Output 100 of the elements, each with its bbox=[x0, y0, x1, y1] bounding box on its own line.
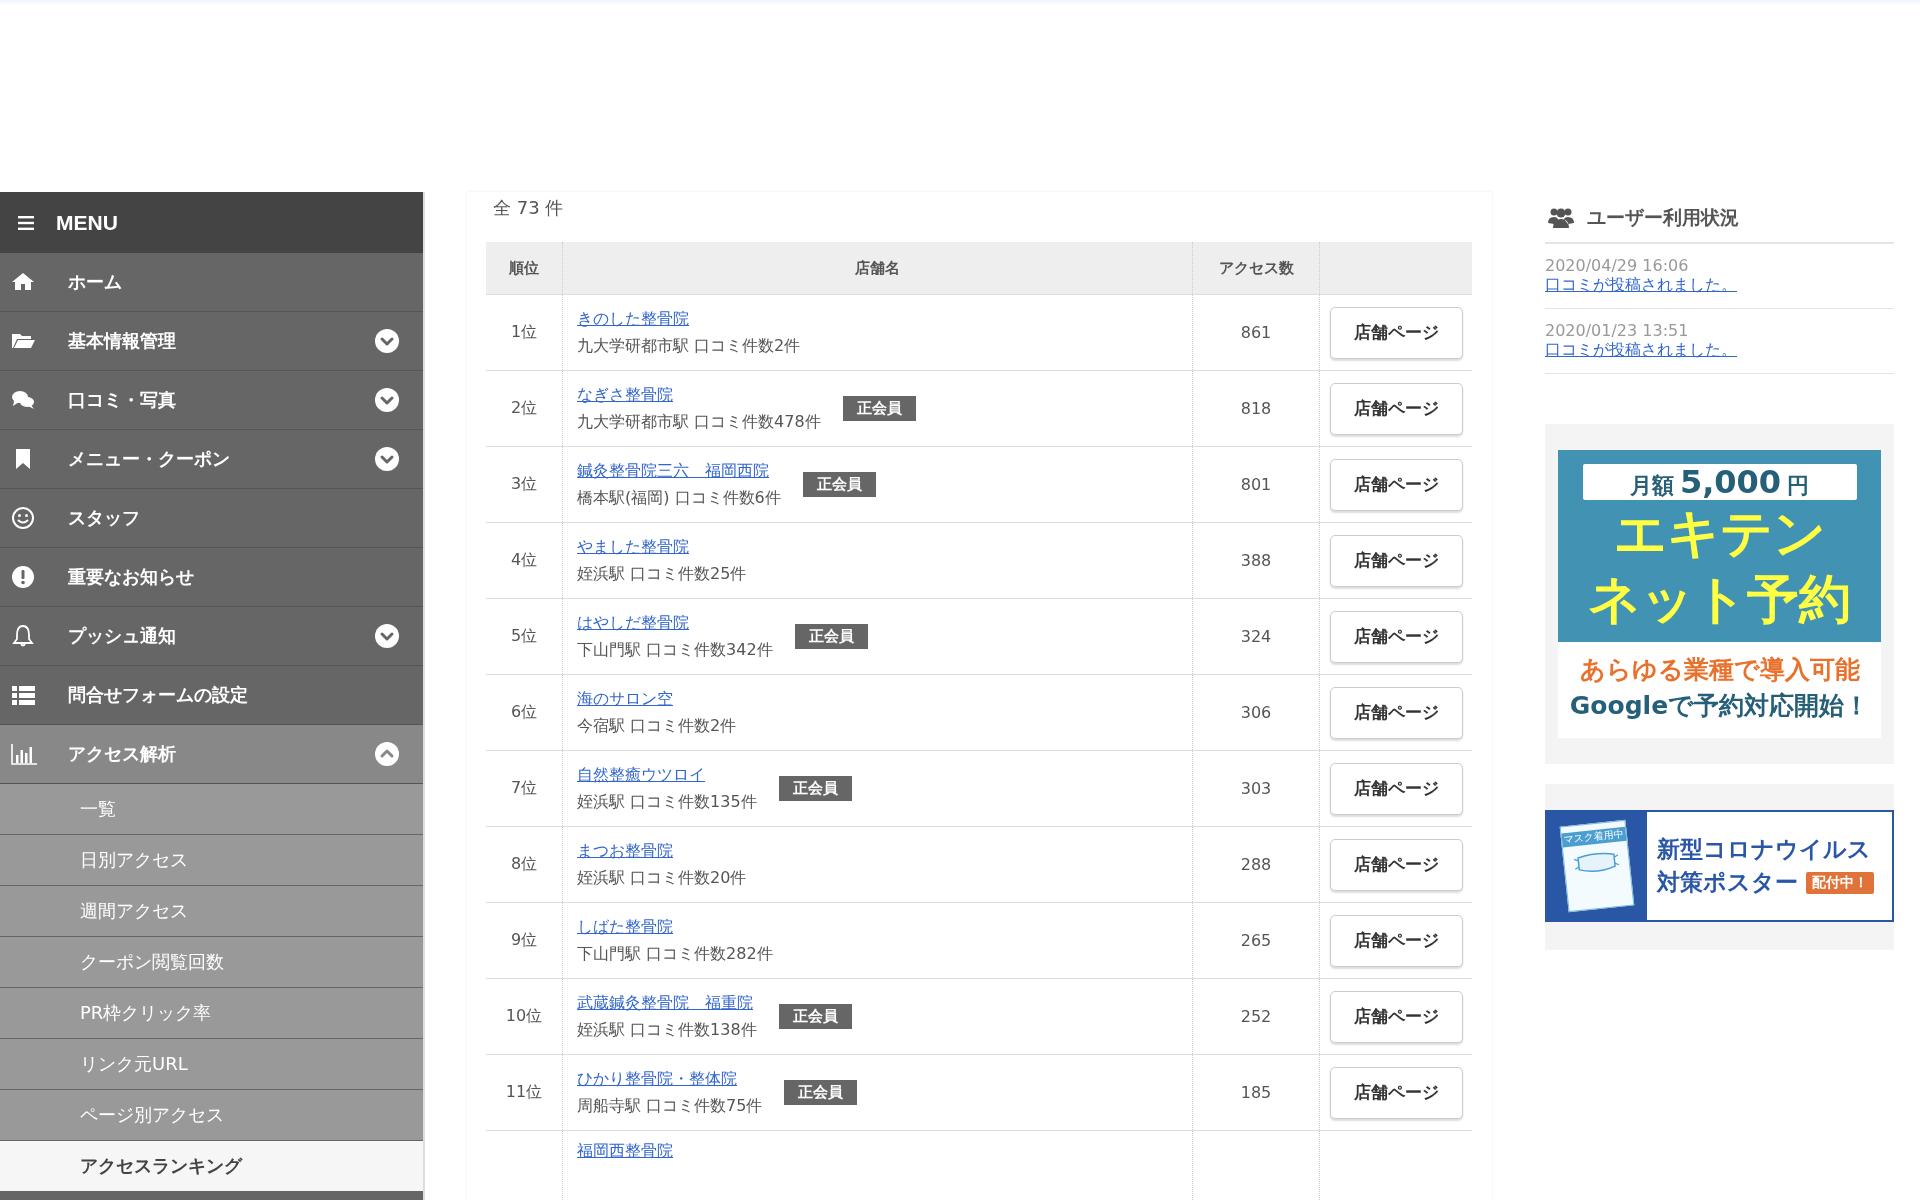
shop-link[interactable]: やました整骨院 bbox=[577, 536, 747, 558]
sidebar-item[interactable]: プッシュ通知 bbox=[0, 607, 423, 666]
smiley-icon bbox=[11, 506, 37, 530]
table-cell: 4位 bbox=[486, 522, 563, 599]
shop-details: 九大学研都市駅 口コミ件数2件 bbox=[577, 335, 801, 357]
table-cell: 324 bbox=[1192, 598, 1320, 675]
sidebar-item[interactable]: スタッフ bbox=[0, 489, 423, 548]
table-cell: 252 bbox=[1192, 978, 1320, 1055]
sidebar-item[interactable]: アクセス解析 bbox=[0, 725, 423, 784]
column-header: 店舗名 bbox=[562, 242, 1193, 295]
shop-link[interactable]: 鍼灸整骨院三六 福岡西院 bbox=[577, 460, 781, 482]
table-cell: 861 bbox=[1192, 294, 1320, 371]
shop-page-button[interactable]: 店舗ページ bbox=[1329, 838, 1463, 891]
menu-icon bbox=[18, 215, 34, 230]
chat-bubbles-icon bbox=[11, 388, 37, 412]
shop-page-button[interactable]: 店舗ページ bbox=[1329, 762, 1463, 815]
banner-headline: ネット予約 bbox=[1588, 568, 1851, 631]
section-title: ユーザー利用状況 bbox=[1587, 205, 1739, 230]
table-cell: 303 bbox=[1192, 750, 1320, 827]
shop-page-button[interactable]: 店舗ページ bbox=[1329, 990, 1463, 1043]
table-cell: 1位 bbox=[486, 294, 563, 371]
shop-page-button[interactable]: 店舗ページ bbox=[1329, 686, 1463, 739]
tag-label: 配付中！ bbox=[1806, 871, 1874, 894]
poster-banner[interactable]: マスク着用中 新型コロナウイルス 対策ポスター 配付中！ bbox=[1545, 810, 1894, 922]
users-icon bbox=[1547, 206, 1575, 230]
price-value: 5,000 bbox=[1679, 464, 1782, 500]
sidebar-item[interactable]: ホーム bbox=[0, 253, 423, 312]
table-cell: 7位 bbox=[486, 750, 563, 827]
shop-page-button[interactable]: 店舗ページ bbox=[1329, 306, 1463, 359]
table-cell: 11位 bbox=[486, 1054, 563, 1131]
table-cell: 5位 bbox=[486, 598, 563, 675]
banner-text: Googleで予約対応開始！ bbox=[1568, 690, 1871, 722]
shop-details: 周船寺駅 口コミ件数75件 bbox=[577, 1095, 763, 1117]
shop-link[interactable]: ひかり整骨院・整体院 bbox=[577, 1068, 763, 1090]
list-icon bbox=[11, 683, 37, 707]
table-cell: 9位 bbox=[486, 902, 563, 979]
price-label: 月額 bbox=[1629, 472, 1674, 500]
table-cell: 8位 bbox=[486, 826, 563, 903]
shop-link[interactable]: きのした整骨院 bbox=[577, 308, 801, 330]
sidebar-item[interactable]: 重要なお知らせ bbox=[0, 548, 423, 607]
member-badge: 正会員 bbox=[794, 624, 868, 649]
banner-headline: エキテン bbox=[1613, 502, 1826, 565]
shop-details: 今宿駅 口コミ件数2件 bbox=[577, 715, 737, 737]
member-badge: 正会員 bbox=[842, 396, 916, 421]
exclamation-icon bbox=[11, 565, 37, 589]
bell-icon bbox=[11, 624, 37, 648]
shop-link[interactable]: 福岡西整骨院 bbox=[577, 1141, 673, 1162]
table-cell: 2位 bbox=[486, 370, 563, 447]
member-badge: 正会員 bbox=[778, 1004, 852, 1029]
banner-text: 対策ポスター bbox=[1657, 868, 1798, 897]
shop-details: 姪浜駅 口コミ件数25件 bbox=[577, 563, 747, 585]
table-cell: 306 bbox=[1192, 674, 1320, 751]
shop-page-button[interactable]: 店舗ページ bbox=[1329, 534, 1463, 587]
table-cell: 185 bbox=[1192, 1054, 1320, 1131]
table-cell: 10位 bbox=[486, 978, 563, 1055]
price-unit: 円 bbox=[1787, 472, 1810, 500]
timestamp: 2020/04/29 16:06 bbox=[1545, 256, 1690, 275]
shop-link[interactable]: なぎさ整骨院 bbox=[577, 384, 821, 406]
column-header: アクセス数 bbox=[1192, 242, 1320, 295]
table-cell: 6位 bbox=[486, 674, 563, 751]
table-cell: 265 bbox=[1192, 902, 1320, 979]
sidebar-item[interactable]: 基本情報管理 bbox=[0, 312, 423, 371]
shop-link[interactable]: はやしだ整骨院 bbox=[577, 612, 773, 634]
result-count: 全 73 件 bbox=[492, 196, 565, 220]
table-cell: 818 bbox=[1192, 370, 1320, 447]
table-cell: 3位 bbox=[486, 446, 563, 523]
shop-page-button[interactable]: 店舗ページ bbox=[1329, 610, 1463, 663]
activity-link[interactable]: 口コミが投稿されました。 bbox=[1545, 340, 1737, 359]
member-badge: 正会員 bbox=[784, 1080, 858, 1105]
shop-details: 橋本駅(福岡) 口コミ件数6件 bbox=[577, 487, 781, 509]
shop-details: 下山門駅 口コミ件数282件 bbox=[577, 943, 773, 965]
shop-details: 姪浜駅 口コミ件数20件 bbox=[577, 867, 747, 889]
shop-details: 姪浜駅 口コミ件数138件 bbox=[577, 1019, 757, 1041]
column-header: 順位 bbox=[486, 242, 563, 295]
shop-page-button[interactable]: 店舗ページ bbox=[1329, 382, 1463, 435]
submenu-item[interactable]: アクセスランキング bbox=[0, 1141, 423, 1192]
shop-link[interactable]: 海のサロン空 bbox=[577, 688, 737, 710]
reservation-banner[interactable]: 月額 5,000 円 エキテン ネット予約 あらゆる業種で導入可能 Googleで予約対応開始！ bbox=[1558, 450, 1881, 738]
member-badge: 正会員 bbox=[802, 472, 876, 497]
menu-header[interactable]: MENU bbox=[0, 192, 423, 253]
shop-page-button[interactable]: 店舗ページ bbox=[1329, 914, 1463, 967]
sidebar-item[interactable]: 口コミ・写真 bbox=[0, 371, 423, 430]
timestamp: 2020/01/23 13:51 bbox=[1545, 321, 1690, 340]
shop-link[interactable]: しばた整骨院 bbox=[577, 916, 773, 938]
table-cell: 388 bbox=[1192, 522, 1320, 599]
shop-page-button[interactable]: 店舗ページ bbox=[1329, 1066, 1463, 1119]
shop-details: 姪浜駅 口コミ件数135件 bbox=[577, 791, 757, 813]
shop-page-button[interactable]: 店舗ページ bbox=[1329, 458, 1463, 511]
banner-text: 新型コロナウイルス bbox=[1657, 835, 1872, 864]
shop-details: 九大学研都市駅 口コミ件数478件 bbox=[577, 411, 821, 433]
shop-details: 下山門駅 口コミ件数342件 bbox=[577, 639, 773, 661]
shop-link[interactable]: 自然整癒ウツロイ bbox=[577, 764, 757, 786]
table-cell: 801 bbox=[1192, 446, 1320, 523]
banner-text: あらゆる業種で導入可能 bbox=[1578, 654, 1861, 686]
activity-link[interactable]: 口コミが投稿されました。 bbox=[1545, 275, 1737, 294]
shop-link[interactable]: まつお整骨院 bbox=[577, 840, 747, 862]
member-badge: 正会員 bbox=[778, 776, 852, 801]
poster-caption: マスク着用中 bbox=[1561, 826, 1627, 848]
shop-link[interactable]: 武蔵鍼灸整骨院 福重院 bbox=[577, 992, 757, 1014]
sidebar-item[interactable]: メニュー・クーポン bbox=[0, 430, 423, 489]
